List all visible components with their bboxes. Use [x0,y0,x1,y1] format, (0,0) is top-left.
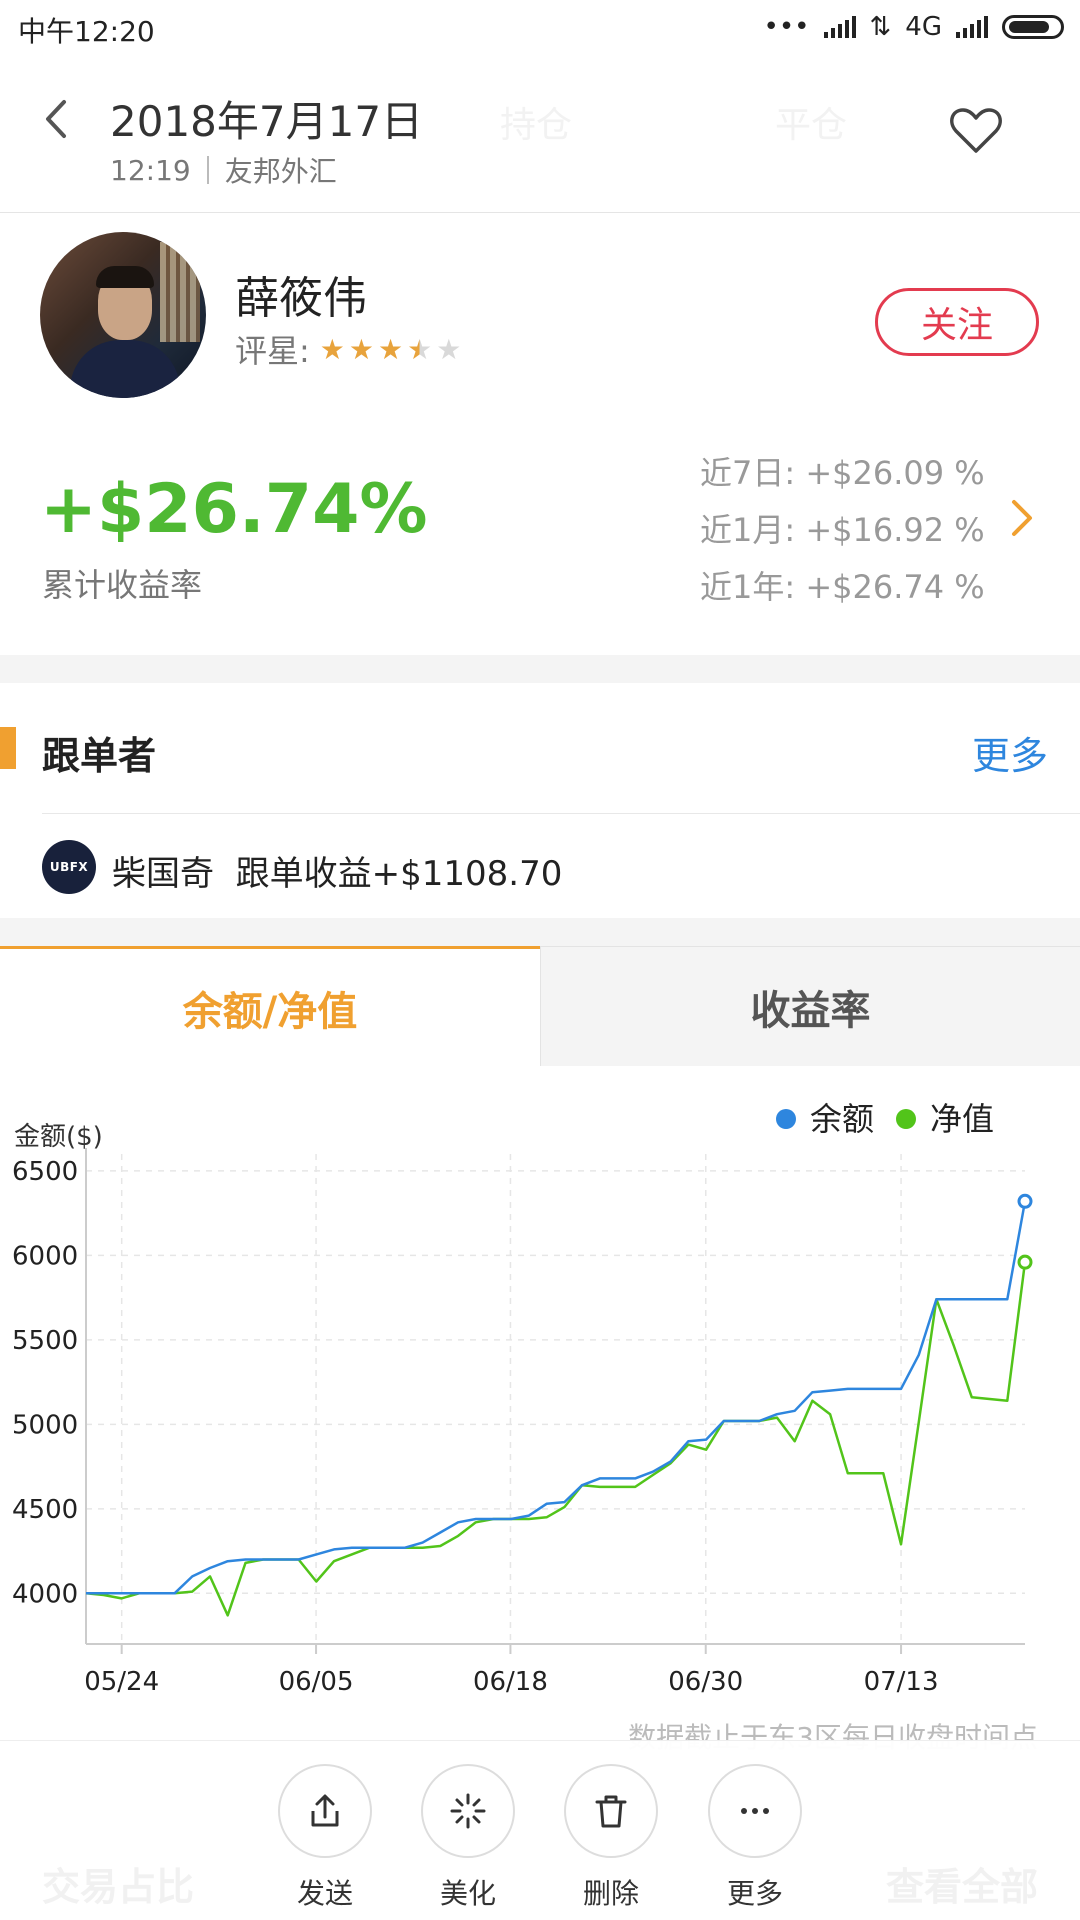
rating-label: 评星: [235,332,310,370]
balance-line [86,1201,1027,1595]
more-dots-icon [741,1808,769,1814]
empty-star-icon: ★ [436,332,462,366]
signal-icon [823,16,856,38]
legend-dot-balance [776,1109,796,1129]
section-title-followers: 跟单者 [42,734,157,778]
legend-label-equity: 净值 [930,1100,994,1138]
x-tick-label: 07/13 [864,1667,939,1697]
delete-label: 删除 [582,1877,639,1910]
signal-icon-2 [956,16,988,38]
tab-return-rate[interactable]: 收益率 [540,946,1080,1066]
underlay-section-title: 交易占比 [42,1865,195,1909]
header-subtitle: 12:19 友邦外汇 [110,150,337,190]
battery-icon [1002,15,1064,39]
more-button[interactable]: 更多 [708,1764,802,1912]
header-time: 12:19 [110,153,191,187]
network-type: 4G [905,12,942,42]
more-dots-icon: ••• [763,12,810,42]
total-return-value: +$26.74% [40,470,428,549]
follower-item[interactable]: 柴国奇 跟单收益+$1108.70 [112,846,562,895]
period-returns[interactable]: 近7日: +$26.09 % 近1月: +$16.92 % 近1年: +$26.… [700,445,985,616]
ghost-tab-closed: 平仓 [775,105,848,146]
followers-more-link[interactable]: 更多 [972,725,1048,780]
avatar [40,232,206,398]
y-tick-label: 5500 [12,1326,78,1356]
section-gap [0,655,1080,683]
page-title: 2018年7月17日 [110,97,424,146]
more-label: 更多 [726,1877,783,1910]
header: 持仓 平仓 2018年7月17日 12:19 友邦外汇 [0,58,1080,213]
x-tick-label: 06/18 [473,1667,548,1697]
star-icon: ★ [319,332,345,366]
star-icon: ★ [348,332,375,366]
half-star-icon: ★ [407,332,433,366]
delete-button[interactable]: 删除 [564,1764,658,1912]
status-time: 中午12:20 [18,15,155,48]
favorite-heart-icon[interactable] [948,106,1004,156]
y-tick-label: 4500 [12,1495,78,1525]
legend-dot-equity [896,1109,916,1129]
chart-legend: 余额 净值 [776,1100,994,1138]
ghost-tab-holdings: 持仓 [500,105,573,146]
trader-name: 薛筱伟 [235,273,367,324]
data-transfer-icon: ⇅ [869,12,892,42]
divider [42,813,1080,814]
return-7d: 近7日: +$26.09 % [700,454,985,492]
tab-balance-equity[interactable]: 余额/净值 [0,946,540,1066]
y-tick-label: 6000 [12,1241,78,1271]
x-tick-label: 05/24 [84,1667,159,1697]
legend-label-balance: 余额 [810,1100,874,1138]
balance-equity-chart: 金额($) 余额 净值 4000 4500 5000 5500 6000 6500 05/2… [12,1100,1033,1697]
share-upload-icon [311,1794,339,1827]
x-tick-label: 06/30 [668,1667,743,1697]
follower-profit: 跟单收益+$1108.70 [235,854,563,894]
balance-line-end-point [1017,1193,1033,1209]
rating-stars: ★ ★ ★ ★ ★ [320,333,462,366]
underlay-view-all: 查看全部 [885,1865,1038,1909]
section-accent-bar [0,727,16,769]
back-arrow-icon[interactable] [40,94,76,144]
broker-logo-icon: UBFX [42,840,96,894]
equity-line-end-point [1017,1254,1033,1270]
follow-button[interactable]: 关注 [875,288,1039,356]
sparkle-icon [450,1793,486,1829]
beautify-label: 美化 [439,1877,496,1910]
x-tick-label: 06/05 [279,1667,354,1697]
trash-icon [595,1795,627,1828]
beautify-button[interactable]: 美化 [421,1764,515,1912]
y-axis-label: 金额($) [14,1122,103,1152]
status-bar: 中午12:20 ••• ⇅ 4G [0,0,1080,58]
divider [206,156,209,184]
return-1m: 近1月: +$16.92 % [700,511,985,549]
chevron-right-icon[interactable] [1010,498,1034,538]
send-button[interactable]: 发送 [278,1764,372,1912]
y-tick-label: 4000 [12,1579,78,1609]
header-source: 友邦外汇 [224,155,337,188]
follower-name: 柴国奇 [112,854,214,894]
section-gap [0,918,1080,946]
return-1y: 近1年: +$26.74 % [700,568,985,606]
star-icon: ★ [378,332,404,366]
send-label: 发送 [296,1877,353,1910]
total-return-label: 累计收益率 [42,566,203,604]
y-tick-label: 5000 [12,1410,78,1440]
rating: 评星: ★ ★ ★ ★ ★ [235,326,461,372]
y-tick-label: 6500 [12,1157,78,1187]
